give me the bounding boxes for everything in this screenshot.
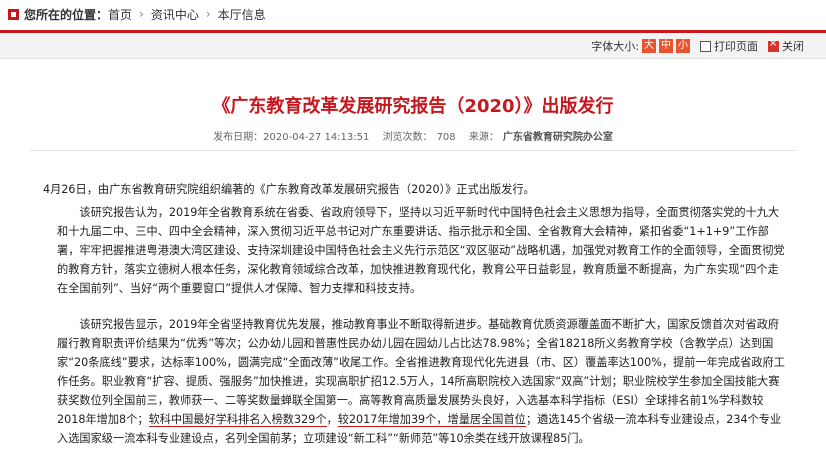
font-medium-button[interactable]: 中 xyxy=(659,39,673,53)
breadcrumb: 您所在的位置： 首页 › 资讯中心 › 本厅信息 xyxy=(8,3,818,25)
location-icon xyxy=(8,8,19,20)
breadcrumb-separator-icon: › xyxy=(139,7,144,21)
close-icon[interactable] xyxy=(768,38,779,52)
article-paragraph-3: 该研究报告显示，2019年全省坚持教育优先发展，推动教育事业不断取得新进步。基础… xyxy=(57,315,787,448)
highlighted-increase-text: 较2017年增加39个，增量居全国首位 xyxy=(337,413,526,427)
article-toolbar: 字体大小: 大 中 小 打印页面 关闭 xyxy=(0,34,826,59)
print-icon[interactable] xyxy=(700,40,711,52)
paragraph-3-text-a: 该研究报告显示，2019年全省坚持教育优先发展，推动教育事业不断取得新进步。基础… xyxy=(57,318,785,426)
breadcrumb-news-center-link[interactable]: 资讯中心 xyxy=(151,6,199,23)
publish-date-label: 发布日期： xyxy=(213,132,264,143)
highlighted-ranking-text: 软科中国最好学科排名入榜数329个 xyxy=(148,413,327,427)
font-large-button[interactable]: 大 xyxy=(642,39,656,53)
views-value: 708 xyxy=(436,132,456,143)
source-value: 广东省教育研究院办公室 xyxy=(502,132,613,143)
article-meta: 发布日期：2020-04-27 14:13:51 浏览次数： 708 来源： 广东省… xyxy=(0,128,826,143)
article-paragraph-1: 4月26日，由广东省教育研究院组织编著的《广东教育改革发展研究报告（2020）》… xyxy=(43,183,535,196)
font-size-label: 字体大小: xyxy=(591,40,639,53)
views-label: 浏览次数： xyxy=(382,132,433,143)
breadcrumb-home-link[interactable]: 首页 xyxy=(108,6,132,23)
breadcrumb-department-news-link[interactable]: 本厅信息 xyxy=(218,6,266,23)
header-divider xyxy=(0,30,826,33)
breadcrumb-separator-icon: › xyxy=(205,7,211,21)
source-label: 来源： xyxy=(468,132,499,143)
close-button[interactable]: 关闭 xyxy=(782,38,804,54)
meta-divider xyxy=(30,150,796,151)
publish-date-value: 2020-04-27 14:13:51 xyxy=(263,132,370,143)
font-small-button[interactable]: 小 xyxy=(676,39,690,53)
print-button[interactable]: 打印页面 xyxy=(714,38,758,54)
article-paragraph-2: 该研究报告认为，2019年全省教育系统在省委、省政府领导下，坚持以习近平新时代中… xyxy=(57,206,785,295)
article-title: 《广东教育改革发展研究报告（2020）》出版发行 xyxy=(212,96,614,117)
location-label: 您所在的位置： xyxy=(24,7,109,22)
paragraph-3-comma: ， xyxy=(326,413,338,426)
